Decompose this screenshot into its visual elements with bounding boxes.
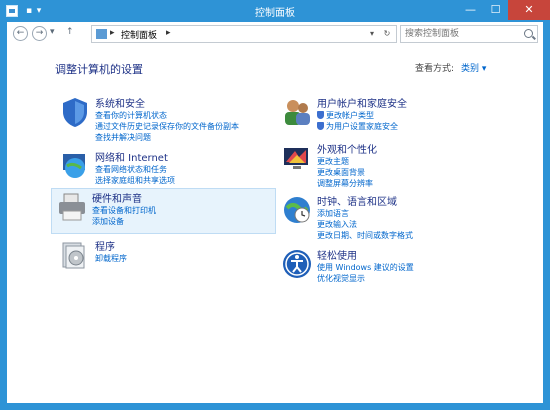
category-link[interactable]: 查看设备和打印机 — [92, 205, 156, 216]
search-icon[interactable] — [524, 29, 533, 38]
control-panel-folder-icon — [96, 29, 107, 39]
category-link[interactable]: 为用户设置家庭安全 — [326, 121, 398, 132]
close-button[interactable]: ✕ — [508, 0, 550, 20]
network-globe-icon[interactable] — [59, 150, 91, 182]
address-dropdown-button[interactable]: ▾ — [366, 27, 378, 41]
category-title[interactable]: 网络和 Internet — [95, 149, 168, 164]
category-clock-language: 时钟、语言和区域 添加语言 更改输入法 更改日期、时间或数字格式 — [277, 192, 502, 240]
programs-icon[interactable] — [59, 239, 91, 271]
breadcrumb-control-panel[interactable]: 控制面板 — [121, 28, 157, 41]
category-title[interactable]: 用户帐户和家庭安全 — [317, 95, 407, 110]
users-icon[interactable] — [281, 96, 313, 128]
category-link[interactable]: 查看网络状态和任务 — [95, 164, 167, 175]
category-link[interactable]: 选择家庭组和共享选项 — [95, 175, 175, 186]
up-button[interactable]: ↑ — [66, 27, 74, 37]
category-network-internet: 网络和 Internet 查看网络状态和任务 选择家庭组和共享选项 — [55, 148, 280, 192]
category-link[interactable]: 更改主题 — [317, 156, 349, 167]
category-link[interactable]: 使用 Windows 建议的设置 — [317, 262, 414, 273]
admin-shield-icon — [317, 111, 324, 119]
category-user-accounts: 用户帐户和家庭安全 更改帐户类型 为用户设置家庭安全 — [277, 94, 502, 138]
refresh-button[interactable]: ↻ — [381, 27, 393, 41]
path-chevron-icon[interactable]: ▸ — [166, 28, 171, 38]
category-link[interactable]: 卸载程序 — [95, 253, 127, 264]
client-area: ← → ▾ ↑ ▸ 控制面板 ▸ ▾ ↻ 调整计算机的设置 查看方式: 类别 ▾ — [7, 22, 543, 403]
category-appearance: 外观和个性化 更改主题 更改桌面背景 调整屏幕分辨率 — [277, 140, 502, 188]
title-bar[interactable]: ▪ ▾ 控制面板 — ☐ ✕ — [0, 0, 550, 22]
category-link[interactable]: 更改桌面背景 — [317, 167, 365, 178]
category-title[interactable]: 程序 — [95, 238, 115, 253]
category-title[interactable]: 硬件和声音 — [92, 190, 142, 205]
category-link[interactable]: 添加语言 — [317, 208, 349, 219]
maximize-button[interactable]: ☐ — [483, 0, 508, 20]
category-system-security: 系统和安全 查看你的计算机状态 通过文件历史记录保存你的文件备份副本 查找并解决… — [55, 94, 280, 142]
category-title[interactable]: 外观和个性化 — [317, 141, 377, 156]
window-bottom-border — [0, 403, 550, 410]
category-ease-of-access: 轻松使用 使用 Windows 建议的设置 优化视觉显示 — [277, 246, 502, 290]
category-link[interactable]: 通过文件历史记录保存你的文件备份副本 — [95, 121, 239, 132]
category-link[interactable]: 更改输入法 — [317, 219, 357, 230]
category-link[interactable]: 调整屏幕分辨率 — [317, 178, 373, 189]
category-link[interactable]: 更改日期、时间或数字格式 — [317, 230, 413, 241]
view-by-dropdown[interactable]: 类别 ▾ — [461, 61, 486, 74]
page-title: 调整计算机的设置 — [55, 63, 143, 76]
ease-of-access-icon[interactable] — [281, 248, 313, 280]
path-separator-icon[interactable]: ▸ — [110, 28, 115, 38]
printer-icon[interactable] — [56, 191, 88, 223]
category-programs: 程序 卸载程序 — [55, 237, 280, 281]
back-button[interactable]: ← — [13, 26, 28, 41]
category-link[interactable]: 优化视觉显示 — [317, 273, 365, 284]
security-shield-icon[interactable] — [59, 96, 91, 128]
appearance-monitor-icon[interactable] — [281, 142, 313, 174]
category-title[interactable]: 轻松使用 — [317, 247, 357, 262]
forward-button[interactable]: → — [32, 26, 47, 41]
search-box[interactable] — [400, 25, 538, 43]
category-link[interactable]: 更改帐户类型 — [326, 110, 374, 121]
admin-shield-icon — [317, 122, 324, 130]
category-link[interactable]: 查找并解决问题 — [95, 132, 151, 143]
clock-globe-icon[interactable] — [281, 194, 313, 226]
navigation-toolbar: ← → ▾ ↑ ▸ 控制面板 ▸ ▾ ↻ — [7, 22, 543, 48]
category-title[interactable]: 时钟、语言和区域 — [317, 193, 397, 208]
category-hardware-sound: 硬件和声音 查看设备和打印机 添加设备 — [51, 188, 276, 234]
search-input[interactable] — [401, 26, 529, 42]
category-link[interactable]: 添加设备 — [92, 216, 124, 227]
minimize-button[interactable]: — — [458, 0, 483, 20]
category-title[interactable]: 系统和安全 — [95, 95, 145, 110]
view-by-label: 查看方式: — [415, 64, 455, 74]
recent-pages-dropdown[interactable]: ▾ — [50, 27, 55, 37]
category-link[interactable]: 查看你的计算机状态 — [95, 110, 167, 121]
window-frame: ▪ ▾ 控制面板 — ☐ ✕ ← → ▾ ↑ ▸ 控制面板 ▸ ▾ ↻ 调整计 — [0, 0, 550, 410]
address-bar[interactable]: ▸ 控制面板 ▸ ▾ ↻ — [91, 25, 397, 43]
